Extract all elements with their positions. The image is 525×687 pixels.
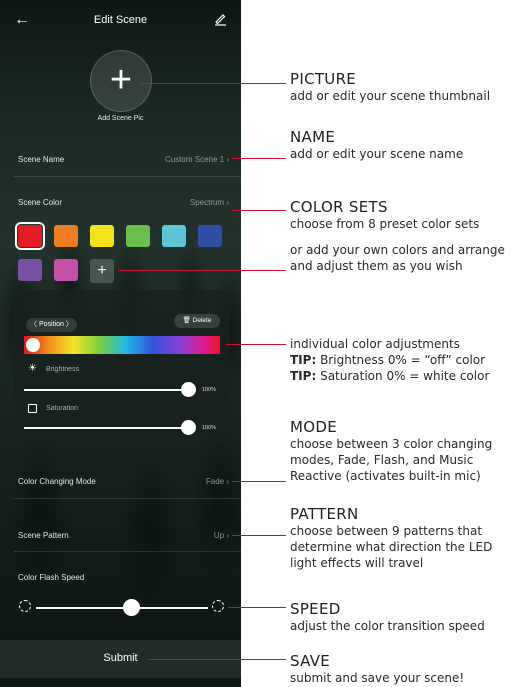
pattern-text: Up: [213, 531, 225, 540]
callout-pattern: PATTERN choose between 9 patterns that d…: [290, 505, 522, 571]
callout-title: SPEED: [290, 600, 341, 618]
callout-picture: PICTURE add or edit your scene thumbnail: [290, 70, 490, 104]
delete-label: Delete: [192, 317, 212, 324]
callout-desc: choose between 9 patterns that determine…: [290, 524, 493, 570]
page-title: Edit Scene: [93, 14, 148, 26]
divider: [14, 176, 241, 177]
callout-line-save: [148, 659, 286, 660]
callout-color-sets: COLOR SETS choose from 8 preset color se…: [290, 198, 522, 274]
color-changing-mode-label: Color Changing Mode: [18, 477, 96, 486]
tip-text: Brightness 0% = “off” color: [320, 353, 486, 367]
color-swatch[interactable]: [15, 222, 45, 250]
chevron-right-icon: ›: [226, 198, 229, 207]
callout-line-name: [232, 158, 286, 159]
brightness-label: Brightness: [46, 366, 80, 373]
brightness-percent: 100%: [202, 387, 217, 393]
color-flash-speed-label: Color Flash Speed: [18, 573, 85, 582]
color-swatch[interactable]: [126, 225, 150, 247]
callout-name: NAME add or edit your scene name: [290, 128, 463, 162]
callout-title: PATTERN: [290, 505, 359, 523]
divider: [14, 498, 241, 499]
saturation-label: Saturation: [46, 405, 78, 412]
callout-title: PICTURE: [290, 70, 357, 88]
callout-line-add-color: [118, 270, 286, 271]
mode-text: Fade: [205, 477, 225, 486]
submit-label: Submit: [103, 652, 138, 664]
chevron-right-icon: ›: [226, 155, 229, 164]
callout-line-picture: [140, 83, 286, 84]
position-control[interactable]: 〈 Position 〉: [26, 318, 77, 332]
tip-text: Saturation 0% = white color: [320, 369, 490, 383]
callout-title: MODE: [290, 418, 337, 436]
scene-color-label: Scene Color: [18, 198, 63, 207]
callout-desc: submit and save your scene!: [290, 671, 465, 685]
callout-tip-2: TIP: Saturation 0% = white color: [290, 368, 522, 384]
brightness-knob[interactable]: [181, 382, 196, 397]
callout-line-pattern: [232, 535, 286, 536]
brightness-track[interactable]: [24, 389, 188, 391]
callout-desc: choose between 3 color changing modes, F…: [290, 437, 493, 483]
color-changing-mode-value[interactable]: Fade ›: [206, 477, 229, 486]
callout-line-color-sets: [232, 210, 286, 211]
color-swatch[interactable]: [198, 225, 222, 247]
scene-name-value[interactable]: Custom Scene 1 ›: [165, 155, 229, 164]
speed-slow-icon: [19, 600, 31, 612]
saturation-percent: 100%: [202, 425, 217, 431]
scene-name-text: Custom Scene 1: [164, 155, 225, 164]
add-color-button[interactable]: +: [90, 259, 114, 283]
divider: [14, 551, 241, 552]
color-adjust-panel: 〈 Position 〉 🗑 Delete ☀ Brightness 100% …: [14, 290, 230, 442]
add-scene-pic-button[interactable]: +: [90, 50, 152, 112]
callout-mode: MODE choose between 3 color changing mod…: [290, 418, 522, 484]
callout-desc: choose from 8 preset color sets: [290, 217, 480, 231]
add-scene-pic-label: Add Scene Pic: [97, 115, 144, 122]
color-swatch[interactable]: [54, 259, 78, 281]
speed-fast-icon: [212, 600, 224, 612]
spectrum-knob[interactable]: [26, 338, 40, 352]
callout-line-speed: [228, 607, 286, 608]
color-swatch[interactable]: [18, 259, 42, 281]
callout-adjust: individual color adjustments TIP: Bright…: [290, 336, 522, 384]
callout-line-mode: [232, 481, 286, 482]
scene-color-text: Spectrum: [189, 198, 225, 207]
callout-title: NAME: [290, 128, 336, 146]
saturation-knob[interactable]: [181, 420, 196, 435]
brightness-sun-icon: ☀: [28, 363, 37, 374]
scene-pattern-label: Scene Pattern: [18, 531, 69, 540]
chevron-right-icon: ›: [226, 477, 229, 486]
callout-line-adjust: [226, 344, 286, 345]
tip-label: TIP:: [290, 353, 317, 367]
callout-desc-2: or add your own colors and arrange and a…: [290, 243, 505, 273]
callout-save: SAVE submit and save your scene!: [290, 652, 464, 686]
callout-title: SAVE: [290, 652, 331, 670]
color-swatch[interactable]: [90, 225, 114, 247]
scene-pattern-value[interactable]: Up ›: [214, 531, 229, 540]
speed-knob[interactable]: [122, 599, 140, 616]
saturation-icon: [28, 404, 37, 413]
chevron-right-icon: ›: [226, 531, 229, 540]
callout-title: COLOR SETS: [290, 198, 388, 216]
callout-desc: adjust the color transition speed: [290, 619, 485, 633]
spectrum-bar[interactable]: [24, 336, 220, 354]
scene-color-value[interactable]: Spectrum ›: [190, 198, 229, 207]
callout-speed: SPEED adjust the color transition speed: [290, 600, 485, 634]
scene-name-label: Scene Name: [18, 155, 65, 164]
position-label: Position: [38, 321, 64, 328]
tip-label: TIP:: [290, 369, 317, 383]
callout-desc: add or edit your scene name: [290, 147, 464, 161]
callout-desc: add or edit your scene thumbnail: [290, 89, 491, 103]
phone-screen: ← Edit Scene + Add Scene Pic Scene Name …: [0, 0, 241, 687]
delete-button[interactable]: 🗑 Delete: [174, 314, 220, 328]
top-bar: ← Edit Scene: [0, 0, 241, 40]
plus-icon: +: [109, 59, 133, 101]
saturation-track[interactable]: [24, 427, 188, 429]
color-swatch[interactable]: [54, 225, 78, 247]
callout-tip-1: TIP: Brightness 0% = “off” color: [290, 352, 522, 368]
edit-pencil-icon[interactable]: [213, 12, 227, 26]
color-swatch[interactable]: [162, 225, 186, 247]
callout-desc: individual color adjustments: [290, 337, 460, 351]
